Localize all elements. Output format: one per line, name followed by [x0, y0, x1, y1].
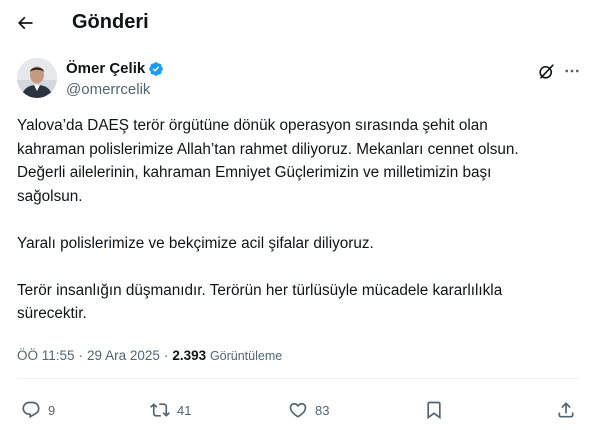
bookmark-button[interactable]	[424, 396, 444, 424]
author-name[interactable]: Ömer Çelik	[66, 60, 145, 78]
tweet-date[interactable]: 29 Ara 2025	[87, 348, 160, 363]
more-horizontal-icon	[565, 69, 579, 73]
repost-button[interactable]: 41	[150, 396, 191, 424]
avatar-image	[17, 58, 57, 98]
like-count: 83	[315, 402, 330, 418]
page-title: Gönderi	[72, 11, 149, 33]
reply-button[interactable]: 9	[21, 396, 55, 424]
divider	[17, 378, 579, 379]
arrow-left-icon	[17, 16, 33, 30]
tweet-paragraph: Terör insanlığın düşmanıdır. Terörün her…	[17, 281, 503, 323]
tweet-paragraph: Yaralı polislerimize ve bekçimize acil ş…	[17, 234, 374, 252]
tweet-text: Yalova’da DAEŞ terör örgütüne dönük oper…	[17, 114, 587, 326]
tweet-paragraph: Yalova’da DAEŞ terör örgütüne dönük oper…	[17, 117, 519, 205]
tweet-header: Ömer Çelik @omerrcelik	[0, 55, 595, 105]
verified-badge-icon	[149, 62, 163, 76]
author-handle[interactable]: @omerrcelik	[66, 81, 150, 99]
reply-count: 9	[48, 402, 56, 418]
back-button[interactable]	[10, 8, 40, 38]
meta-separator: ·	[78, 348, 84, 363]
tweet-meta: ÖÖ 11:55 · 29 Ara 2025 · 2.393 Görüntüleme	[17, 347, 282, 365]
reply-icon	[22, 401, 40, 419]
repost-count: 41	[177, 402, 192, 418]
avatar[interactable]	[17, 58, 57, 98]
meta-separator: ·	[163, 348, 169, 363]
top-bar: Gönderi	[0, 0, 595, 45]
grok-icon	[538, 63, 554, 79]
share-button[interactable]	[556, 396, 576, 424]
like-icon	[289, 402, 307, 418]
like-button[interactable]: 83	[288, 396, 329, 424]
repost-icon	[150, 403, 170, 417]
share-icon	[558, 402, 574, 418]
grok-button[interactable]	[535, 60, 557, 82]
tweet-time[interactable]: ÖÖ 11:55	[17, 348, 75, 363]
action-bar: 9 41 83	[0, 396, 595, 424]
views-count: 2.393	[172, 348, 207, 363]
views-label: Görüntüleme	[209, 349, 283, 363]
bookmark-icon	[427, 401, 441, 420]
more-button[interactable]	[561, 60, 583, 82]
